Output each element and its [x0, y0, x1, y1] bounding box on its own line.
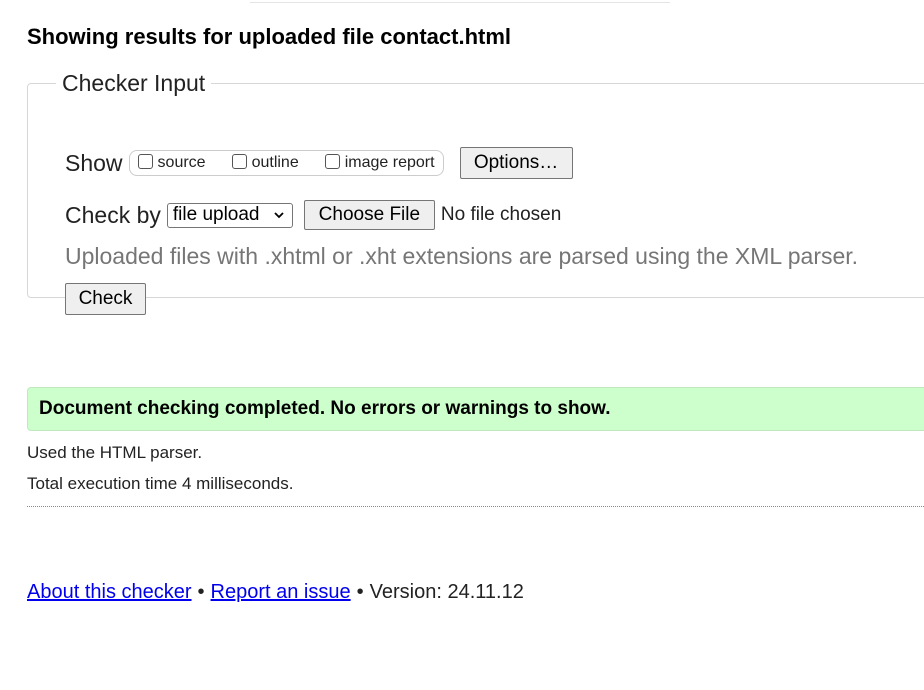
outline-checkbox[interactable]	[231, 153, 247, 169]
image-report-checkbox-label: image report	[344, 154, 435, 171]
check-by-selected-value: file upload	[172, 204, 260, 225]
show-options-group: source outline image report	[128, 150, 444, 176]
report-issue-link[interactable]: Report an issue	[211, 581, 351, 603]
outline-checkbox-label: outline	[251, 154, 299, 171]
checker-input-fieldset: Checker Input Show source outline image …	[27, 70, 924, 315]
footer-separator: •	[197, 581, 205, 603]
check-by-label: Check by	[65, 201, 161, 228]
execution-time: Total execution time 4 milliseconds.	[27, 474, 294, 493]
cutoff-text-remnant	[250, 0, 670, 3]
success-message-bar: Document checking completed. No errors o…	[27, 387, 924, 431]
image-report-checkbox[interactable]	[324, 153, 340, 169]
xml-parser-note: Uploaded files with .xhtml or .xht exten…	[65, 243, 859, 269]
check-by-row: Check by file upload Choose File No file…	[65, 200, 561, 230]
parser-info: Used the HTML parser.	[27, 443, 203, 462]
show-image-report-option[interactable]: image report	[324, 153, 435, 172]
source-checkbox[interactable]	[137, 153, 153, 169]
results-heading: Showing results for uploaded file contac…	[27, 24, 512, 49]
check-by-select[interactable]: file upload	[166, 202, 293, 228]
footer: About this checker • Report an issue • Versi…	[27, 581, 524, 604]
version-text: Version: 24.11.12	[369, 581, 524, 603]
show-outline-option[interactable]: outline	[231, 153, 299, 172]
chevron-down-icon	[274, 211, 284, 218]
show-source-option[interactable]: source	[137, 153, 206, 172]
file-status-text: No file chosen	[440, 204, 562, 225]
validator-page: Showing results for uploaded file contac…	[0, 0, 924, 690]
source-checkbox-label: source	[157, 154, 206, 171]
footer-separator: •	[356, 581, 364, 603]
show-options-row: Show source outline image report Options…	[65, 147, 573, 179]
show-label: Show	[65, 149, 123, 176]
choose-file-button[interactable]: Choose File	[303, 200, 435, 230]
success-message: Document checking completed. No errors o…	[39, 398, 611, 419]
options-button[interactable]: Options…	[459, 147, 573, 179]
about-checker-link[interactable]: About this checker	[27, 581, 192, 603]
checker-input-legend: Checker Input	[62, 70, 206, 96]
check-button[interactable]: Check	[65, 283, 146, 315]
dotted-divider	[27, 506, 924, 507]
